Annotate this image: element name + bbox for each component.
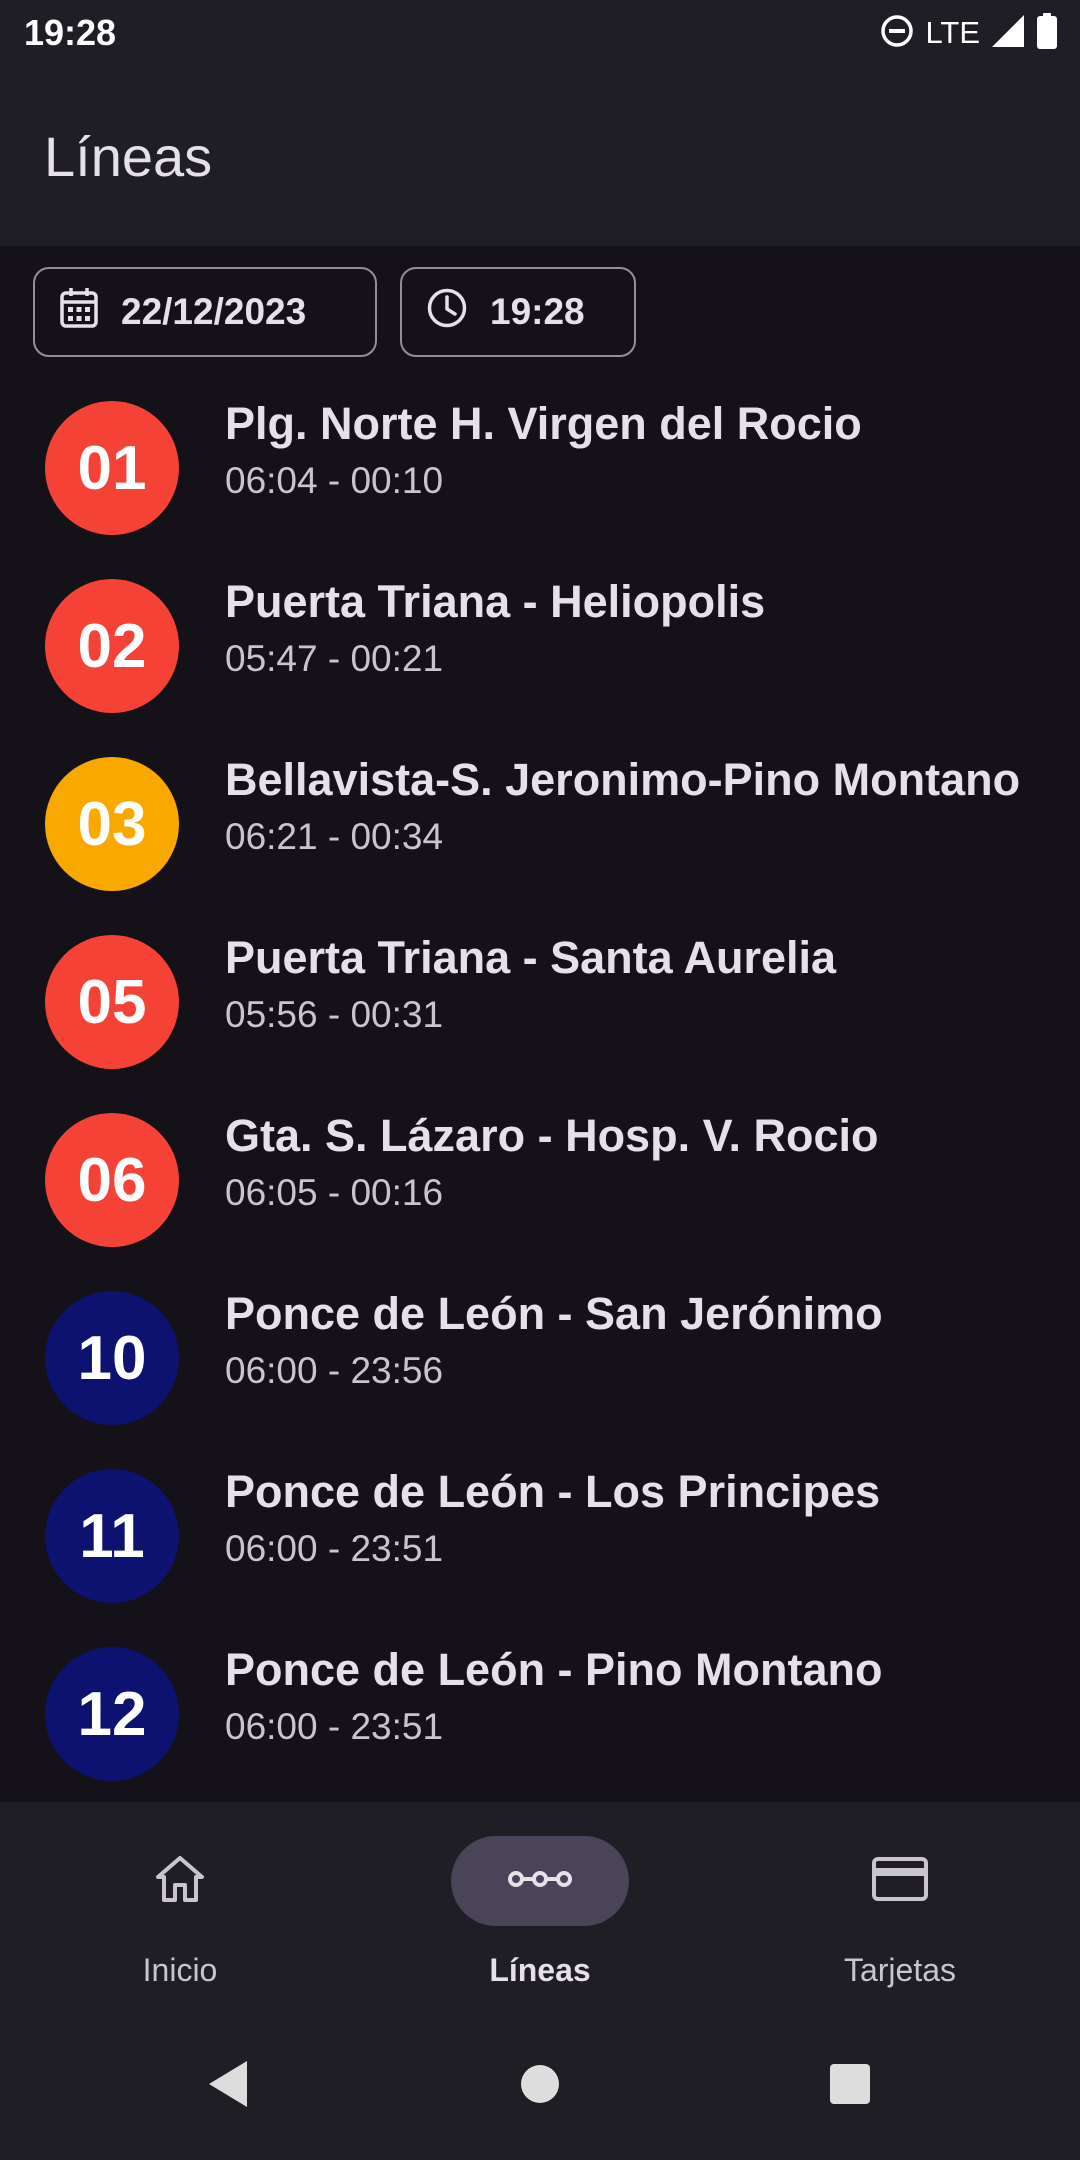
line-badge: 12 [45,1647,179,1781]
line-badge: 01 [45,401,179,535]
status-bar: 19:28 LTE [0,0,1080,66]
list-item-line-02[interactable]: 02 Puerta Triana - Heliopolis 05:47 - 00… [0,558,1080,736]
line-name: Puerta Triana - Santa Aurelia [225,932,837,983]
do-not-disturb-icon [879,13,915,54]
line-badge: 06 [45,1113,179,1247]
time-filter-chip[interactable]: 19:28 [400,267,636,357]
list-item-line-12[interactable]: 12 Ponce de León - Pino Montano 06:00 - … [0,1626,1080,1802]
network-type: LTE [925,15,980,50]
route-icon [508,1867,572,1896]
line-name: Plg. Norte H. Virgen del Rocio [225,398,862,449]
line-badge: 03 [45,757,179,891]
nav-label: Líneas [489,1952,591,1988]
nav-item-tarjetas[interactable]: Tarjetas [720,1802,1080,2010]
recents-icon[interactable] [810,2044,890,2124]
line-name: Ponce de León - Los Principes [225,1466,881,1517]
nav-label: Tarjetas [843,1952,957,1988]
signal-icon [990,13,1026,54]
nav-pill [91,1836,269,1926]
page-title: Líneas [44,125,213,188]
line-hours: 06:21 - 00:34 [225,816,444,857]
status-time: 19:28 [24,12,117,53]
line-hours: 06:04 - 00:10 [225,460,444,501]
line-hours: 05:56 - 00:31 [225,994,444,1035]
line-badge: 11 [45,1469,179,1603]
clock-icon [426,287,468,338]
filter-bar: 22/12/2023 19:28 [33,267,636,357]
line-name: Puerta Triana - Heliopolis [225,576,766,627]
date-filter-value: 22/12/2023 [121,291,307,332]
home-circle-icon[interactable] [500,2044,580,2124]
line-hours: 06:00 - 23:51 [225,1528,444,1569]
line-hours: 06:00 - 23:56 [225,1350,444,1391]
list-item-line-03[interactable]: 03 Bellavista-S. Jeronimo-Pino Montano 0… [0,736,1080,914]
card-icon [871,1856,929,1907]
nav-label: Inicio [142,1952,218,1988]
list-item-line-01[interactable]: 01 Plg. Norte H. Virgen del Rocio 06:04 … [0,380,1080,558]
line-hours: 06:00 - 23:51 [225,1706,444,1747]
list-item-line-11[interactable]: 11 Ponce de León - Los Principes 06:00 -… [0,1448,1080,1626]
list-item-line-05[interactable]: 05 Puerta Triana - Santa Aurelia 05:56 -… [0,914,1080,1092]
line-badge: 10 [45,1291,179,1425]
battery-icon [1036,12,1058,54]
bottom-navigation: Inicio Líneas Tarjetas [0,1802,1080,2010]
line-name: Bellavista-S. Jeronimo-Pino Montano [225,754,1021,805]
nav-item-lineas[interactable]: Líneas [360,1802,720,2010]
nav-pill [811,1836,989,1926]
back-icon[interactable] [188,2044,268,2124]
app-bar: Líneas [0,66,1080,246]
line-badge: 05 [45,935,179,1069]
lines-list: 01 Plg. Norte H. Virgen del Rocio 06:04 … [0,380,1080,1802]
line-name: Ponce de León - San Jerónimo [225,1288,883,1339]
date-filter-chip[interactable]: 22/12/2023 [33,267,377,357]
line-name: Ponce de León - Pino Montano [225,1644,883,1695]
line-badge: 02 [45,579,179,713]
system-navigation-bar [0,2010,1080,2160]
calendar-icon [59,287,99,338]
status-icons: LTE [879,12,1058,54]
line-name: Gta. S. Lázaro - Hosp. V. Rocio [225,1110,879,1161]
nav-pill-active [451,1836,629,1926]
time-filter-value: 19:28 [490,291,585,332]
home-icon [152,1853,208,1910]
nav-item-inicio[interactable]: Inicio [0,1802,360,2010]
list-item-line-10[interactable]: 10 Ponce de León - San Jerónimo 06:00 - … [0,1270,1080,1448]
line-hours: 06:05 - 00:16 [225,1172,444,1213]
line-hours: 05:47 - 00:21 [225,638,444,679]
list-item-line-06[interactable]: 06 Gta. S. Lázaro - Hosp. V. Rocio 06:05… [0,1092,1080,1270]
